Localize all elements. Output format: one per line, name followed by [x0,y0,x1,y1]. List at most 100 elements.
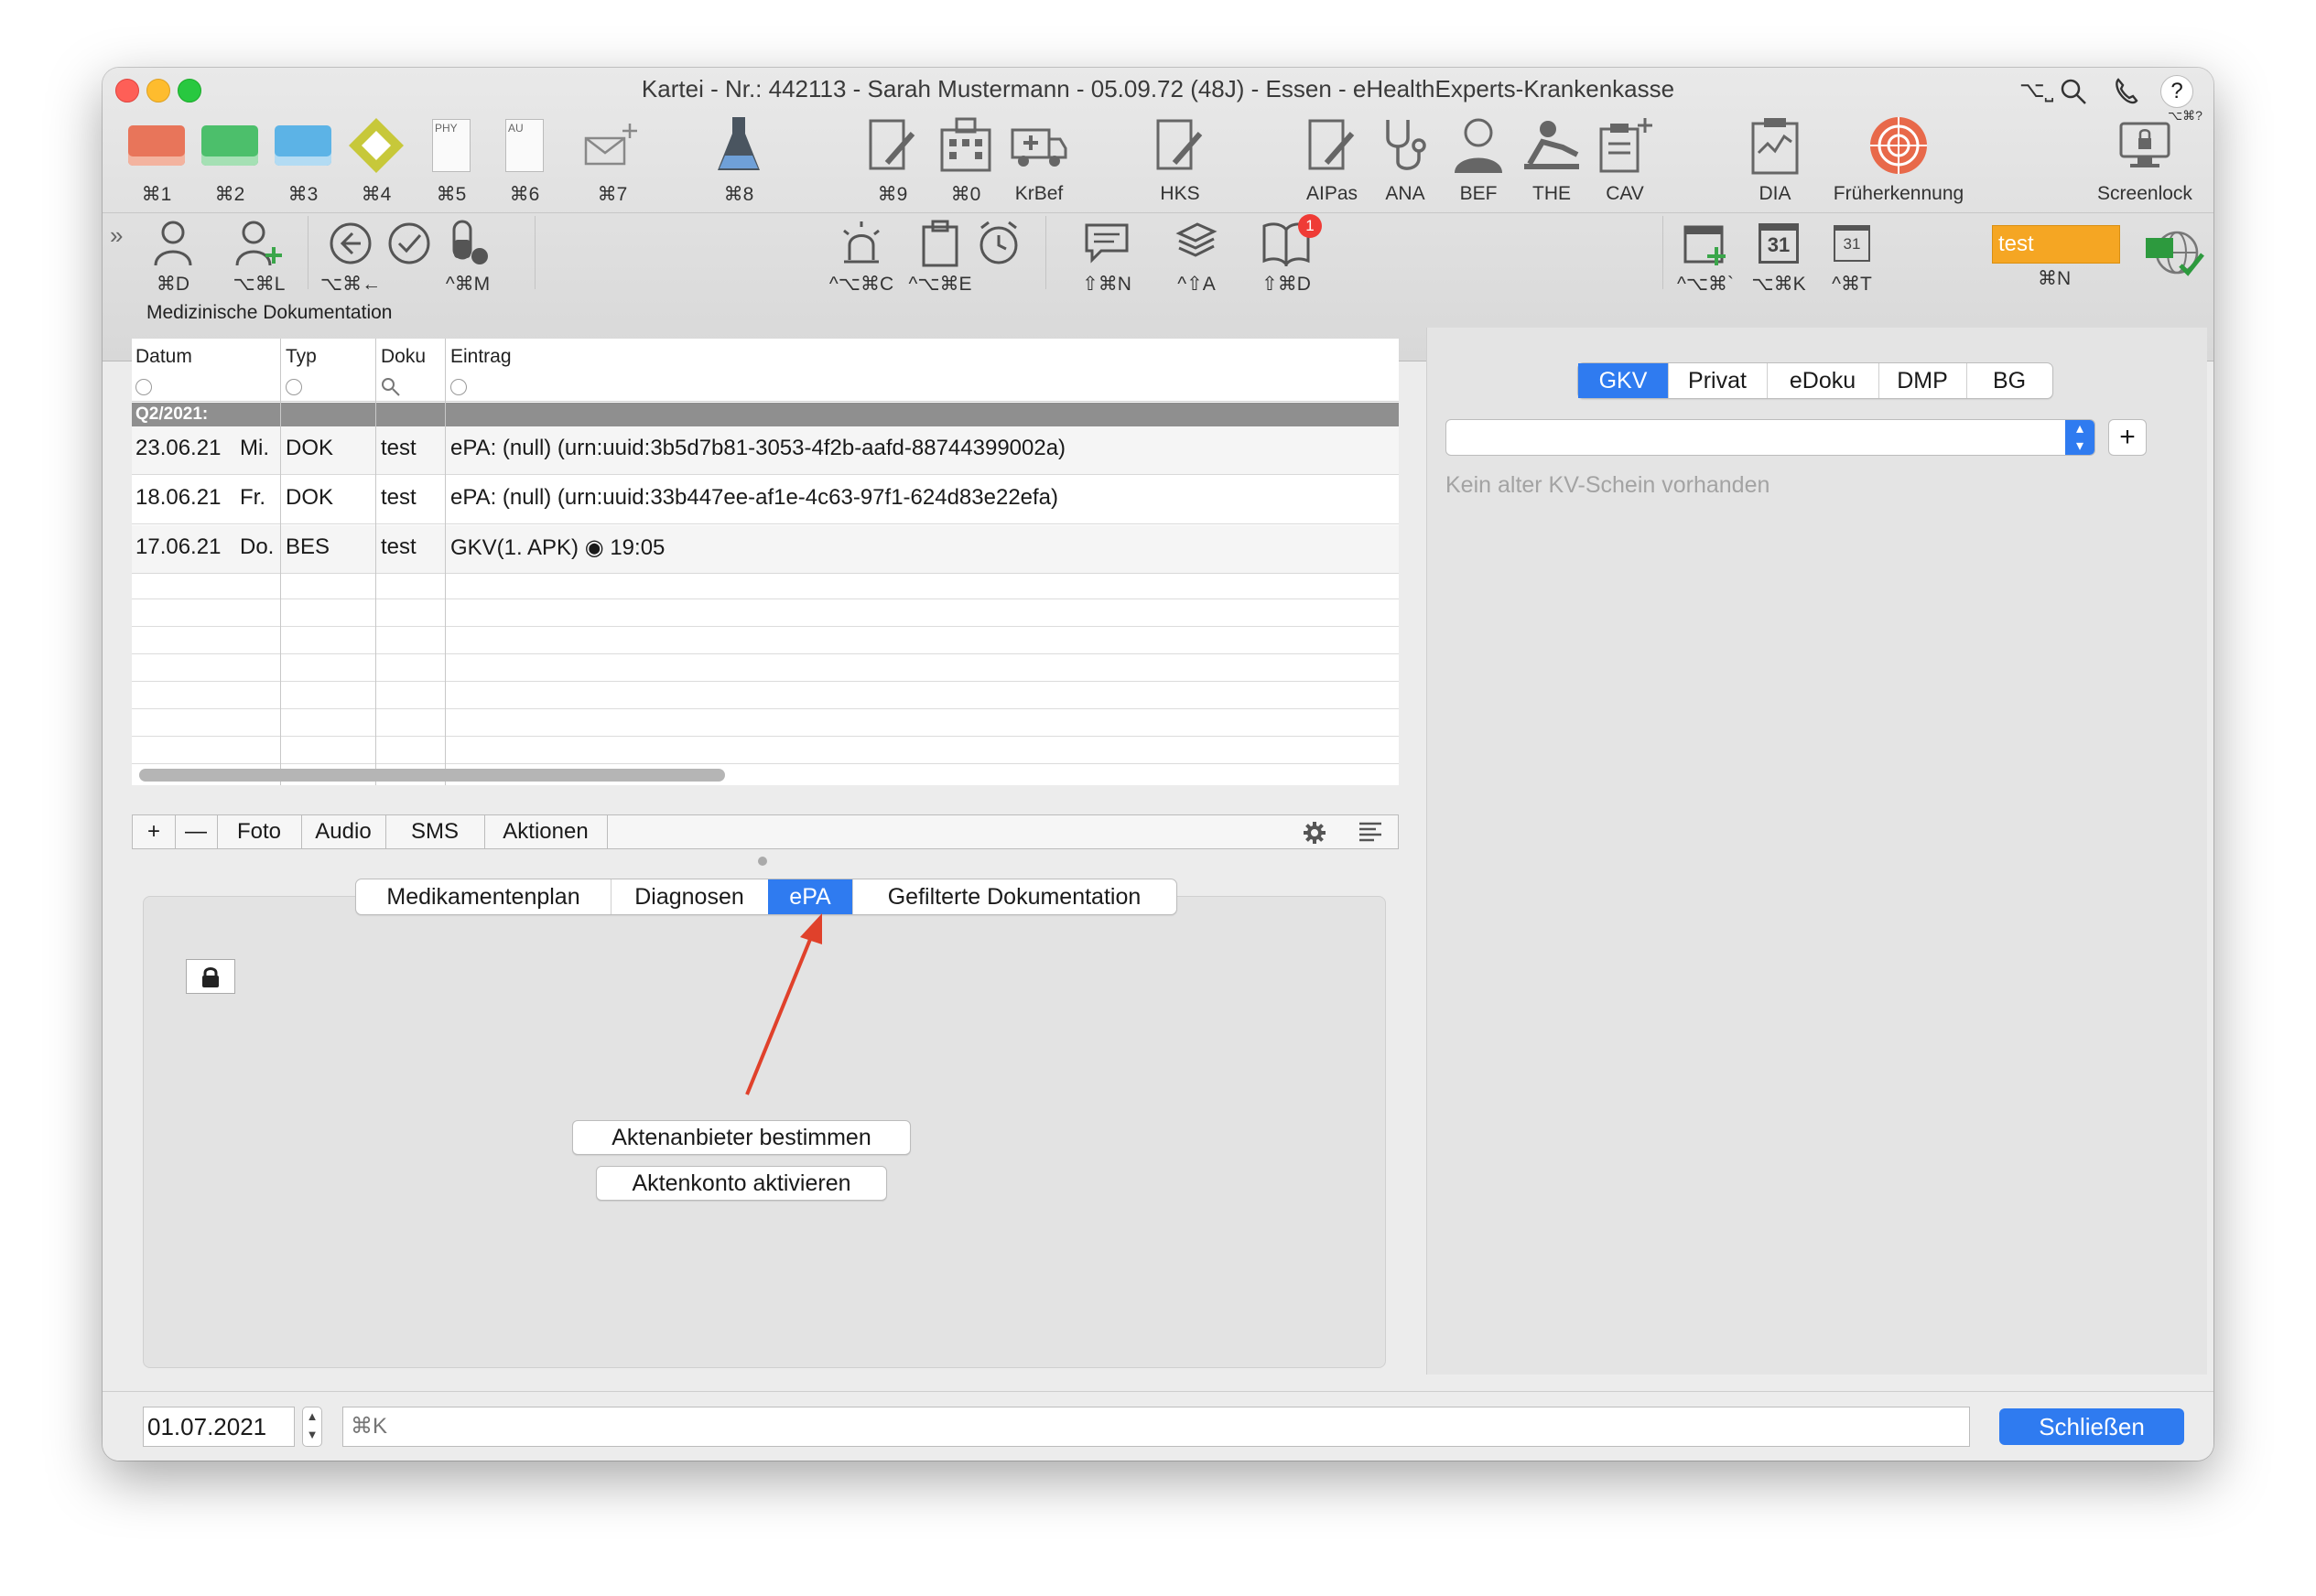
user-field[interactable]: test [1992,225,2120,264]
tool-label: ⌘2 [214,184,245,205]
col-header-typ[interactable]: Typ [286,346,317,368]
remove-entry-button[interactable]: — [175,815,218,848]
select-chevron-icon: ▴ ▾ [2065,420,2094,455]
lock-button[interactable] [186,959,235,994]
card-blue-icon [275,125,331,166]
add-entry-button[interactable]: + [133,815,176,848]
table-row[interactable]: 18.06.21 Fr. DOK test ePA: (null) (urn:u… [132,476,1399,524]
tool-label: ^⌥⌘E [908,274,972,295]
tool-label: ⇧⌘D [1261,274,1311,295]
tool-au[interactable]: AU ⌘6 [483,115,566,206]
row-typ: DOK [286,485,334,510]
help-button[interactable]: ? [2160,75,2193,108]
tool-card-4[interactable]: ⌘4 [335,115,417,206]
tab-medikamentenplan[interactable]: Medikamentenplan [356,879,611,914]
tool-hks[interactable]: HKS [1139,115,1221,205]
tool-screenlock[interactable]: Screenlock [2085,115,2204,205]
tab-dmp[interactable]: DMP [1878,363,1967,398]
tool-ana[interactable]: ANA [1364,115,1446,205]
tool-label: KrBef [1014,183,1064,204]
filter-typ-radio[interactable] [286,379,302,395]
col-header-datum[interactable]: Datum [135,346,192,368]
tool-doc-9[interactable]: ⌘9 [851,115,934,206]
footer-bar: 01.07.2021 ▲▼ Schließen [103,1391,2213,1461]
foto-button[interactable]: Foto [217,815,302,848]
tool-calendar-today[interactable]: 31 ^⌘T [1811,218,1893,296]
empty-row-line [132,598,1399,599]
phone-icon[interactable] [2113,77,2140,106]
clipboard-chart-icon [1751,118,1799,175]
split-handle[interactable] [758,857,767,866]
tool-card-3[interactable]: ⌘3 [262,115,344,206]
connector-status-icon[interactable] [2144,229,2204,276]
command-input[interactable] [342,1407,1970,1447]
tool-calendar-add[interactable]: ^⌥⌘` [1664,218,1747,296]
tab-bg[interactable]: BG [1966,363,2052,398]
tool-dia[interactable]: DIA [1734,115,1816,205]
filter-datum-radio[interactable] [135,379,152,395]
horizontal-scrollbar[interactable] [139,769,725,782]
tool-message[interactable]: ⇧⌘N [1066,218,1148,296]
tool-krbef[interactable]: KrBef [998,115,1080,205]
tool-patient[interactable]: ⌘D [132,218,214,296]
ambulance-icon [1011,128,1067,167]
tool-card-1[interactable]: ⌘1 [115,115,198,206]
tool-clock[interactable] [958,218,1040,273]
tab-gkv[interactable]: GKV [1578,363,1669,398]
align-text-icon[interactable] [1358,821,1383,843]
stethoscope-icon [1386,120,1426,170]
col-header-doku[interactable]: Doku [381,346,426,368]
tool-label: ^⌥⌘C [828,274,894,295]
audio-button[interactable]: Audio [301,815,386,848]
column-divider [280,339,281,785]
tool-label: ⌥⌘← [319,274,382,295]
aktenkonto-aktivieren-button[interactable]: Aktenkonto aktivieren [596,1166,887,1201]
date-stepper[interactable]: ▲ ▼ [302,1407,322,1447]
row-typ: DOK [286,436,334,460]
tool-hospital[interactable]: ⌘0 [925,115,1007,206]
aktionen-button[interactable]: Aktionen [484,815,608,848]
tool-label: ^⇧A [1177,274,1216,295]
kv-schein-select[interactable]: ▴ ▾ [1445,419,2095,456]
sms-button[interactable]: SMS [385,815,485,848]
tool-book[interactable]: 1 ⇧⌘D [1245,214,1327,296]
tool-layers[interactable]: ^⇧A [1155,218,1238,296]
chevron-down-icon[interactable]: » [110,221,123,250]
search-icon[interactable] [381,377,401,397]
tool-card-2[interactable]: ⌘2 [189,115,271,206]
tab-gefilterte-dokumentation[interactable]: Gefilterte Dokumentation [852,879,1176,914]
au-document-icon: AU [505,119,544,172]
mail-add-icon [584,124,637,166]
tool-patient-add[interactable]: ⌥⌘L [218,218,300,296]
date-field[interactable]: 01.07.2021 [143,1407,295,1447]
tool-phy[interactable]: PHY ⌘5 [410,115,492,206]
add-kv-schein-button[interactable]: + [2108,419,2147,456]
search-shortcut[interactable]: ⌥⎵ [2019,77,2087,105]
tool-aipas[interactable]: AIPas [1291,115,1373,205]
table-row[interactable]: 23.06.21 Mi. DOK test ePA: (null) (urn:u… [132,426,1399,475]
tool-frueherkennung[interactable]: Früherkennung [1807,115,1990,205]
tool-cav[interactable]: CAV [1584,115,1666,205]
tool-lab[interactable]: ⌘8 [698,115,780,206]
col-header-eintrag[interactable]: Eintrag [450,346,512,368]
filter-eintrag-radio[interactable] [450,379,467,395]
row-eintrag: ePA: (null) (urn:uuid:33b447ee-af1e-4c63… [450,485,1059,510]
tool-medication[interactable]: ^⌘M [427,218,509,296]
tool-alarm[interactable]: ^⌥⌘C [820,218,903,296]
person-icon [154,221,192,266]
tool-calendar[interactable]: 31 ⌥⌘K [1737,218,1820,296]
tool-label: ⌘7 [597,184,628,205]
tool-mail[interactable]: ⌘7 [571,115,654,206]
table-row[interactable]: 17.06.21 Do. BES test GKV(1. APK) ◉ 19:0… [132,525,1399,574]
gear-icon[interactable] [1303,821,1326,845]
tool-label: ⌘6 [509,184,540,205]
tool-label: DIA [1759,183,1791,204]
aktenanbieter-bestimmen-button[interactable]: Aktenanbieter bestimmen [572,1120,911,1155]
close-button[interactable]: Schließen [1999,1408,2184,1445]
tab-edoku[interactable]: eDoku [1767,363,1879,398]
tool-bef[interactable]: BEF [1437,115,1520,205]
tab-privat[interactable]: Privat [1668,363,1768,398]
tool-the[interactable]: THE [1510,115,1593,205]
tool-label: ⇧⌘N [1082,274,1131,295]
tool-label: HKS [1160,183,1200,204]
